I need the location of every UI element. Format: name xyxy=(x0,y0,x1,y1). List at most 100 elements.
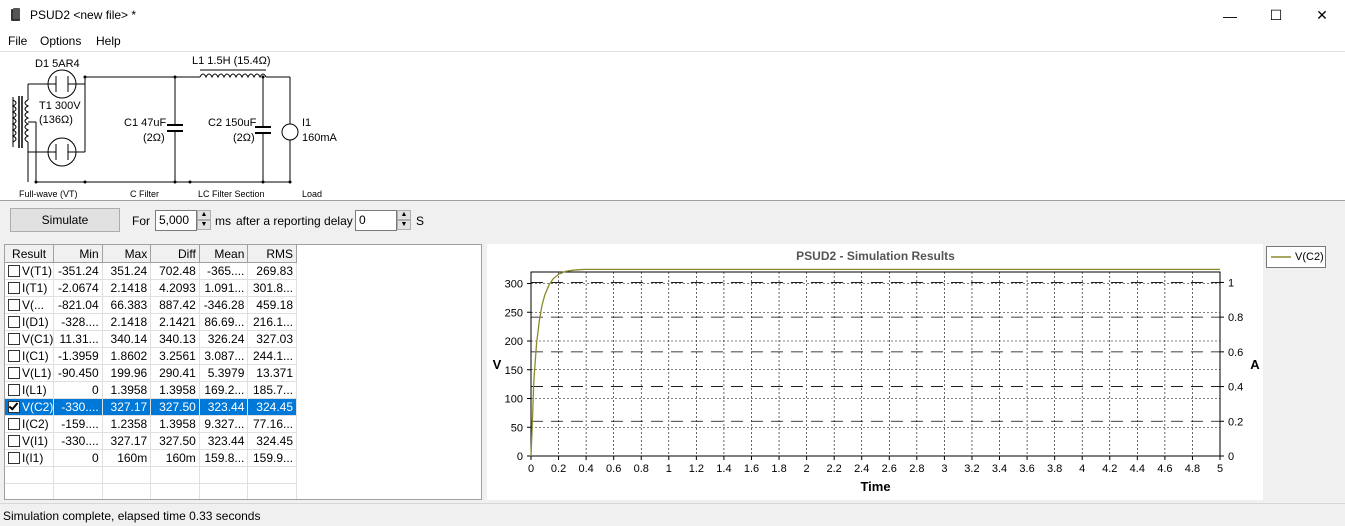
spin-up-icon[interactable]: ▲ xyxy=(197,210,211,220)
cell-diff: 1.3958 xyxy=(150,381,200,399)
header-min[interactable]: Min xyxy=(53,245,103,263)
results-grid[interactable]: Result Min Max Diff Mean RMS V(T1) -351.24 351.… xyxy=(4,244,482,500)
c2-label-line2: (2Ω) xyxy=(233,132,255,144)
table-row[interactable]: V(C2) -330.... 327.17 327.50 323.44 324.45 xyxy=(5,398,297,416)
result-label: V(C2) xyxy=(22,400,54,414)
result-name-cell[interactable]: V(... xyxy=(5,296,55,314)
y2-tick-label: 0.8 xyxy=(1228,312,1243,324)
result-name-cell[interactable]: I(I1) xyxy=(5,449,55,467)
x-tick-label: 4.4 xyxy=(1130,463,1145,475)
row-checkbox[interactable] xyxy=(8,316,20,328)
table-row[interactable]: V(I1) -330.... 327.17 327.50 323.44 324.45 xyxy=(5,432,297,450)
table-row[interactable]: V(L1) -90.450 199.96 290.41 5.3979 13.371 xyxy=(5,364,297,382)
empty-cell xyxy=(53,466,103,484)
spin-down-icon[interactable]: ▼ xyxy=(197,220,211,230)
cell-min: 11.31... xyxy=(53,330,103,348)
result-label: I(L1) xyxy=(22,383,47,397)
row-checkbox[interactable] xyxy=(8,452,20,464)
result-name-cell[interactable]: I(C1) xyxy=(5,347,55,365)
row-checkbox[interactable] xyxy=(8,350,20,362)
chart-panel: PSUD2 - Simulation Results 0 0.2 0.4 0.6 0.8 1… xyxy=(487,244,1263,500)
row-checkbox[interactable] xyxy=(8,333,20,345)
app-icon xyxy=(11,8,20,21)
empty-cell xyxy=(53,483,103,499)
menu-file[interactable]: File xyxy=(8,34,27,48)
row-checkbox[interactable] xyxy=(8,367,20,379)
x-tick-label: 1.2 xyxy=(689,463,704,475)
result-name-cell[interactable]: I(L1) xyxy=(5,381,55,399)
table-row[interactable]: I(C2) -159.... 1.2358 1.3958 9.327... 77.16..… xyxy=(5,415,297,433)
cell-rms: 216.1... xyxy=(247,313,297,331)
result-name-cell[interactable]: V(C2) xyxy=(5,398,55,416)
result-label: I(C1) xyxy=(22,349,49,363)
empty-cell xyxy=(150,466,200,484)
table-row[interactable]: I(C1) -1.3959 1.8602 3.2561 3.087... 244.1... xyxy=(5,347,297,365)
result-name-cell[interactable]: V(C1) xyxy=(5,330,55,348)
cell-mean: 3.087... xyxy=(199,347,249,365)
spin-up-icon[interactable]: ▲ xyxy=(397,210,411,220)
x-tick-label: 3.2 xyxy=(964,463,979,475)
cell-max: 1.3958 xyxy=(102,381,152,399)
table-row[interactable]: V(C1) 11.31... 340.14 340.13 326.24 327.03 xyxy=(5,330,297,348)
row-checkbox[interactable] xyxy=(8,299,20,311)
header-max[interactable]: Max xyxy=(102,245,152,263)
for-label: For xyxy=(132,214,150,228)
row-checkbox[interactable] xyxy=(8,418,20,430)
delay-input[interactable]: 0 xyxy=(355,210,397,231)
header-mean[interactable]: Mean xyxy=(199,245,249,263)
table-row[interactable]: I(T1) -2.0674 2.1418 4.2093 1.091... 301.8... xyxy=(5,279,297,297)
duration-spinner[interactable]: ▲ ▼ xyxy=(197,210,211,231)
row-checkbox[interactable] xyxy=(8,282,20,294)
result-name-cell[interactable]: V(L1) xyxy=(5,364,55,382)
table-row[interactable]: I(L1) 0 1.3958 1.3958 169.2... 185.7... xyxy=(5,381,297,399)
cell-max: 199.96 xyxy=(102,364,152,382)
header-diff[interactable]: Diff xyxy=(150,245,200,263)
cell-diff: 327.50 xyxy=(150,398,200,416)
title-bar: PSUD2 <new file> * — ☐ ✕ xyxy=(0,0,1345,31)
x-tick-label: 1 xyxy=(666,463,672,475)
cell-rms: 324.45 xyxy=(247,432,297,450)
x-tick-label: 0.4 xyxy=(578,463,593,475)
table-row[interactable]: V(T1) -351.24 351.24 702.48 -365.... 269.83 xyxy=(5,262,297,280)
cell-diff: 290.41 xyxy=(150,364,200,382)
result-name-cell[interactable]: I(C2) xyxy=(5,415,55,433)
result-label: V(T1) xyxy=(22,264,52,278)
duration-input[interactable]: 5,000 xyxy=(155,210,197,231)
result-name-cell[interactable]: I(D1) xyxy=(5,313,55,331)
table-row[interactable]: V(... -821.04 66.383 887.42 -346.28 459.18 xyxy=(5,296,297,314)
table-row[interactable]: I(I1) 0 160m 160m 159.8... 159.9... xyxy=(5,449,297,467)
header-rms[interactable]: RMS xyxy=(247,245,297,263)
cell-diff: 887.42 xyxy=(150,296,200,314)
y-tick-label: 200 xyxy=(505,336,523,348)
result-name-cell[interactable]: V(T1) xyxy=(5,262,55,280)
result-label: V(... xyxy=(22,298,45,312)
delay-spinner[interactable]: ▲ ▼ xyxy=(397,210,411,231)
y-tick-label: 300 xyxy=(505,279,523,291)
x-tick-label: 0.2 xyxy=(551,463,566,475)
header-result[interactable]: Result xyxy=(5,245,55,263)
cell-rms: 13.371 xyxy=(247,364,297,382)
circuit-schematic[interactable]: D1 5AR4 T1 300V (136Ω) L1 1.5H (15.4Ω) C… xyxy=(0,52,1345,201)
minimize-button[interactable]: — xyxy=(1207,0,1253,31)
result-name-cell[interactable]: V(I1) xyxy=(5,432,55,450)
table-row[interactable]: I(D1) -328.... 2.1418 2.1421 86.69... 216.1..… xyxy=(5,313,297,331)
row-checkbox[interactable] xyxy=(8,265,20,277)
cell-max: 327.17 xyxy=(102,432,152,450)
cell-mean: 9.327... xyxy=(199,415,249,433)
t1-label-line1: T1 300V xyxy=(39,100,81,112)
maximize-button[interactable]: ☐ xyxy=(1253,0,1299,31)
row-checkbox[interactable] xyxy=(8,401,20,413)
x-tick-label: 1.8 xyxy=(771,463,786,475)
c2-label-line1: C2 150uF xyxy=(208,117,257,129)
row-checkbox[interactable] xyxy=(8,384,20,396)
x-axis-label: Time xyxy=(860,479,890,494)
close-button[interactable]: ✕ xyxy=(1299,0,1345,31)
row-checkbox[interactable] xyxy=(8,435,20,447)
result-name-cell[interactable]: I(T1) xyxy=(5,279,55,297)
result-label: I(T1) xyxy=(22,281,48,295)
menu-options[interactable]: Options xyxy=(40,34,81,48)
simulate-button[interactable]: Simulate xyxy=(10,208,120,232)
menu-help[interactable]: Help xyxy=(96,34,121,48)
spin-down-icon[interactable]: ▼ xyxy=(397,220,411,230)
cell-max: 327.17 xyxy=(102,398,152,416)
